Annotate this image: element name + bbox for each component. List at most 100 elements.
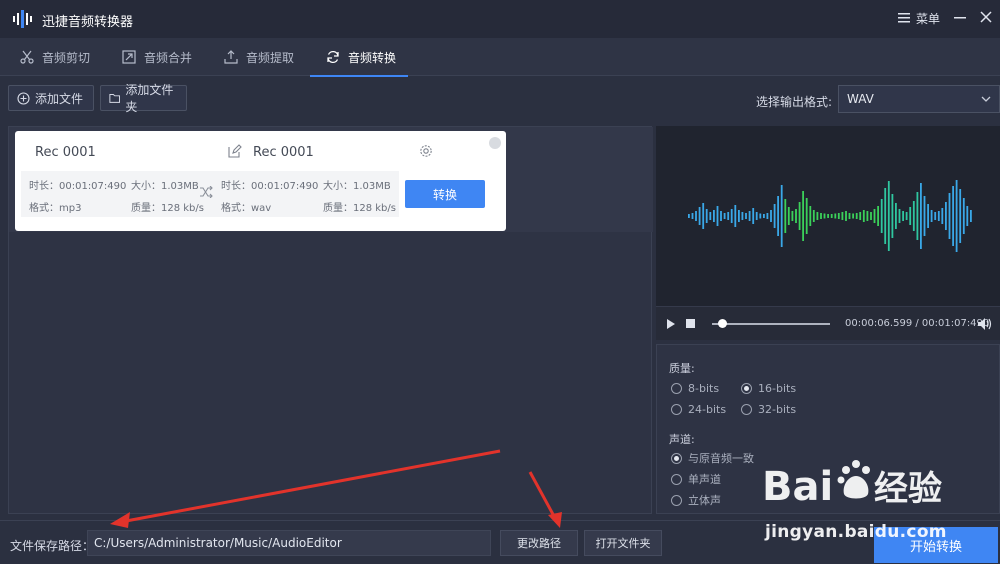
waveform-bar [891, 194, 894, 238]
channel-option-mono[interactable]: 单声道 [671, 471, 721, 487]
menu-button[interactable]: 菜单 [898, 8, 940, 28]
radio-button[interactable] [671, 473, 682, 485]
menu-label: 菜单 [916, 11, 941, 26]
output-format-select[interactable]: WAV [838, 85, 1000, 113]
hamburger-icon [898, 13, 910, 23]
waveform-bar [912, 201, 915, 231]
tab-audio-cut[interactable]: 音频剪切 [20, 38, 90, 76]
tab-audio-extract[interactable]: 音频提取 [224, 38, 294, 76]
waveform-bar [930, 210, 933, 222]
tab-audio-convert[interactable]: 音频转换 [310, 38, 408, 77]
waveform-bar [791, 211, 794, 221]
merge-icon [122, 50, 136, 64]
open-folder-button[interactable]: 打开文件夹 [584, 530, 662, 556]
waveform-bar [941, 208, 944, 224]
channel-option-stereo[interactable]: 立体声 [671, 492, 721, 508]
option-label: 8-bits [688, 382, 720, 395]
waveform-bar [695, 211, 697, 221]
waveform-bar [934, 212, 937, 220]
tab-label: 音频合并 [144, 50, 193, 65]
waveform-bar [698, 207, 701, 225]
waveform-bar [845, 211, 847, 221]
waveform-bar [688, 214, 690, 218]
waveform-bar [820, 213, 822, 219]
tab-audio-merge[interactable]: 音频合并 [122, 38, 192, 76]
waveform-bar [862, 210, 865, 222]
waveform-bar [902, 211, 904, 221]
source-duration: 时长：00:01:07:490 [29, 181, 127, 192]
minimize-icon[interactable] [952, 9, 968, 25]
channel-title: 声道: [669, 433, 695, 446]
quality-option-24bit[interactable]: 24-bits [671, 403, 726, 416]
waveform-bar [809, 206, 812, 226]
waveform-bar [705, 209, 708, 223]
seek-handle[interactable] [718, 319, 727, 328]
quality-option-16bit[interactable]: 16-bits [741, 382, 796, 395]
add-folder-button[interactable]: 添加文件夹 [100, 83, 187, 114]
waveform-bar [720, 211, 722, 221]
waveform-bar [962, 198, 965, 234]
waveform-bar [755, 212, 758, 220]
waveform-bar [716, 206, 719, 226]
waveform-bar [727, 212, 730, 220]
target-format: 格式：wav [221, 203, 272, 214]
add-folder-label: 添加文件夹 [125, 83, 174, 114]
radio-button-selected[interactable] [741, 383, 752, 394]
waveform-bar [798, 202, 801, 230]
option-label: 立体声 [688, 494, 721, 507]
radio-button-selected[interactable] [671, 452, 682, 464]
quality-option-8bit[interactable]: 8-bits [671, 382, 719, 395]
add-file-button[interactable]: 添加文件 [8, 85, 94, 111]
waveform-bar [870, 212, 872, 220]
channel-option-original[interactable]: 与原音频一致 [671, 450, 754, 466]
extract-icon [224, 50, 238, 64]
waveform-bar [859, 212, 862, 220]
plus-circle-icon [17, 91, 30, 105]
radio-button[interactable] [671, 404, 682, 415]
radio-button[interactable] [671, 494, 682, 506]
waveform-bar [841, 212, 844, 220]
waveform-bar [948, 193, 951, 239]
waveform-bar [713, 210, 715, 222]
waveform-bar [834, 213, 837, 219]
save-path-field[interactable]: C:/Users/Administrator/Music/AudioEditor [87, 530, 491, 556]
svg-text:经验: 经验 [874, 469, 942, 509]
waveform-bar [741, 212, 744, 220]
tab-bar: 音频剪切 音频合并 音频提取 音频转换 [0, 38, 1000, 77]
stop-icon[interactable] [686, 319, 695, 328]
option-label: 单声道 [688, 473, 721, 486]
radio-button[interactable] [741, 404, 752, 415]
edit-icon[interactable] [228, 144, 242, 158]
convert-button[interactable]: 转换 [405, 180, 485, 208]
volume-icon[interactable] [977, 317, 993, 331]
play-icon[interactable] [666, 318, 676, 330]
waveform-bar [691, 213, 694, 219]
option-label: 32-bits [758, 403, 797, 416]
waveform-bar [802, 191, 804, 241]
playback-time: 00:00:06.599 / 00:01:07:490 [845, 318, 990, 329]
gear-icon[interactable] [419, 144, 433, 158]
radio-button[interactable] [671, 383, 682, 394]
target-file-name: Rec 0001 [253, 145, 314, 160]
output-format-label: 选择输出格式: [756, 95, 833, 109]
waveform-bar [877, 206, 879, 226]
seek-bar[interactable] [712, 323, 830, 325]
waveform-graphic [688, 180, 972, 252]
waveform-bar [780, 185, 783, 247]
remove-file-icon[interactable] [489, 137, 501, 149]
app-title: 迅捷音频转换器 [42, 15, 134, 30]
source-format: 格式：mp3 [29, 203, 82, 214]
audio-player: 00:00:06.599 / 00:01:07:490 [656, 306, 1000, 340]
change-path-button[interactable]: 更改路径 [500, 530, 578, 556]
waveform-bar [887, 181, 890, 251]
refresh-icon [327, 50, 339, 64]
waveform-bar [730, 209, 733, 223]
waveform-bar [880, 199, 883, 233]
quality-option-32bit[interactable]: 32-bits [741, 403, 796, 416]
target-size: 大小：1.03MB [323, 181, 391, 192]
save-path-label: 文件保存路径： [10, 539, 95, 553]
option-label: 与原音频一致 [688, 452, 754, 465]
waveform-bar [955, 180, 958, 252]
close-icon[interactable] [978, 9, 994, 25]
waveform-bar [866, 211, 869, 221]
